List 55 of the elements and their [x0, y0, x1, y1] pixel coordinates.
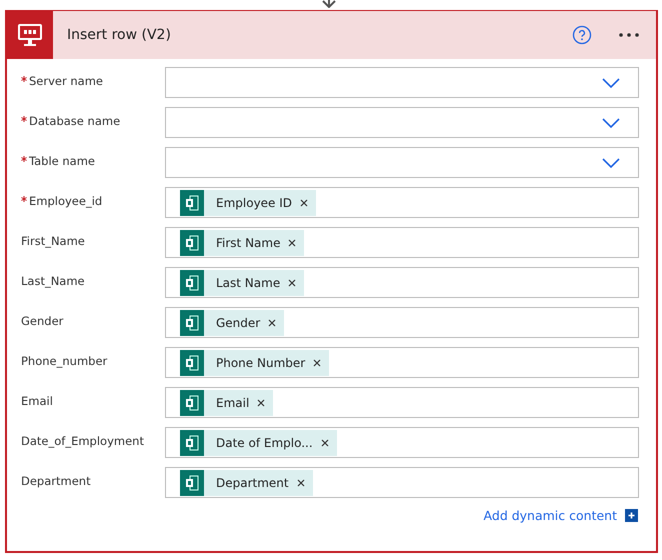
- forms-icon: [180, 430, 204, 456]
- token-label: Employee ID: [216, 196, 292, 210]
- plus-icon[interactable]: [625, 509, 638, 522]
- add-dynamic-content-link[interactable]: Add dynamic content: [484, 508, 617, 523]
- remove-icon[interactable]: [320, 438, 329, 446]
- forms-icon: [180, 310, 204, 336]
- input-field[interactable]: Email: [165, 387, 639, 418]
- remove-icon[interactable]: [288, 238, 296, 246]
- token-label: First Name: [216, 236, 280, 250]
- chevron-down-icon[interactable]: [602, 158, 620, 168]
- token-label: Date of Emplo...: [216, 436, 313, 450]
- input-field[interactable]: First Name: [165, 227, 639, 258]
- token-label: Email: [216, 396, 250, 410]
- token-label: Department: [216, 476, 289, 490]
- action-title: Insert row (V2): [67, 27, 172, 43]
- chevron-down-icon[interactable]: [602, 78, 620, 88]
- token-label: Last Name: [216, 276, 280, 290]
- forms-icon: [180, 230, 204, 256]
- forms-icon: [180, 350, 204, 376]
- remove-icon[interactable]: [313, 358, 322, 366]
- input-field[interactable]: Last Name: [165, 267, 639, 298]
- field-label: Table name: [29, 154, 96, 168]
- remove-icon[interactable]: [300, 198, 308, 206]
- remove-icon[interactable]: [296, 478, 305, 486]
- forms-icon: [180, 470, 204, 496]
- forms-icon: [180, 390, 204, 416]
- field-label: Department: [21, 474, 91, 488]
- more-icon[interactable]: [618, 32, 640, 38]
- connector-arrow-icon: [321, 0, 337, 8]
- remove-icon[interactable]: [288, 278, 296, 286]
- remove-icon[interactable]: [257, 398, 266, 406]
- field-label: Gender: [21, 314, 64, 328]
- remove-icon[interactable]: [268, 318, 276, 326]
- dropdown-field[interactable]: [165, 67, 639, 98]
- input-field[interactable]: Gender: [165, 307, 639, 338]
- help-icon[interactable]: [572, 25, 592, 45]
- field-label: Last_Name: [21, 274, 85, 288]
- field-label: Email: [21, 394, 53, 408]
- field-label: First_Name: [21, 234, 85, 248]
- field-label: Date_of_Employment: [21, 434, 144, 448]
- field-label: Database name: [29, 114, 120, 128]
- chevron-down-icon[interactable]: [602, 118, 620, 128]
- field-label: Server name: [29, 74, 103, 88]
- dropdown-field[interactable]: [165, 107, 639, 138]
- input-field[interactable]: Date of Emplo...: [165, 427, 639, 458]
- field-label: Employee_id: [29, 194, 102, 208]
- input-field[interactable]: Phone Number: [165, 347, 639, 378]
- dropdown-field[interactable]: [165, 147, 639, 178]
- token-label: Phone Number: [216, 356, 306, 370]
- input-field[interactable]: Employee ID: [165, 187, 639, 218]
- forms-icon: [180, 190, 204, 216]
- token-label: Gender: [216, 316, 260, 330]
- field-label: Phone_number: [21, 354, 108, 368]
- forms-icon: [180, 270, 204, 296]
- input-field[interactable]: Department: [165, 467, 639, 498]
